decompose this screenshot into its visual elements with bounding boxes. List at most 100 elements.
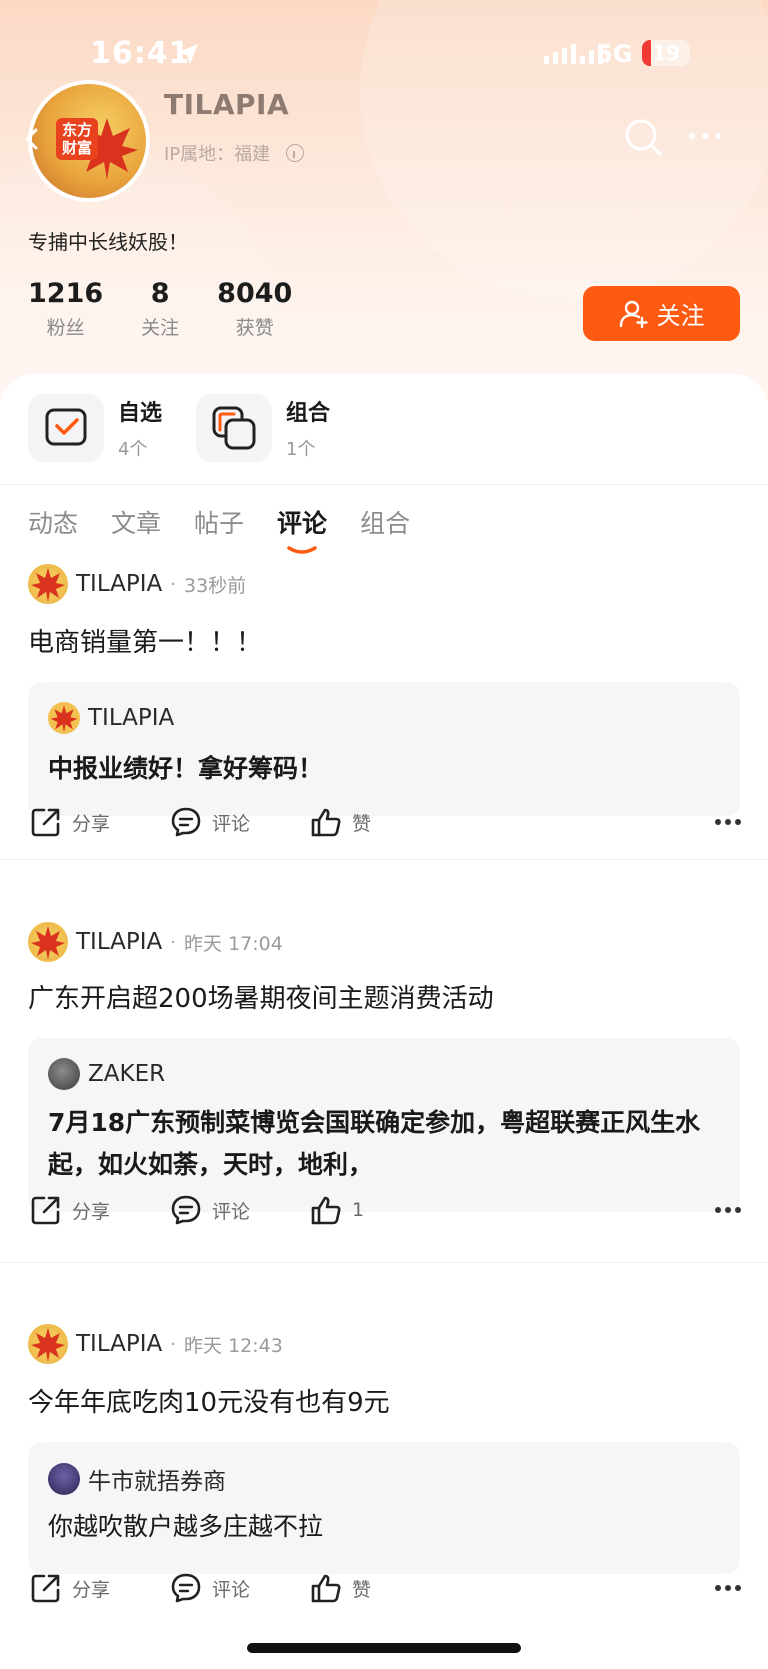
comment-button[interactable]: 评论: [170, 1572, 250, 1604]
post-divider: [0, 1262, 768, 1263]
author-avatar[interactable]: [28, 564, 68, 604]
quote-text: 7月18广东预制菜博览会国联确定参加，粤超联赛正风生水起，如火如荼，天时，地利，: [48, 1108, 701, 1179]
quote-header: ZAKER: [48, 1058, 165, 1090]
more-icon[interactable]: [714, 1206, 742, 1214]
comment-item[interactable]: TILAPIA · 33秒前 电商销量第一！！！ TILAPIA 中报业绩好！拿…: [0, 564, 768, 864]
comment-label: 评论: [212, 812, 251, 835]
quote-author: TILAPIA: [88, 705, 175, 731]
post-time: 昨天 17:04: [184, 932, 283, 955]
stat-label: 获赞: [235, 317, 274, 339]
profile-stats: 1216 粉丝 8 关注 8040 获赞: [28, 278, 330, 340]
author-avatar[interactable]: [28, 1324, 68, 1364]
share-label: 分享: [72, 812, 111, 835]
battery-level: 19: [652, 41, 680, 65]
share-icon: [31, 1574, 60, 1603]
post-author[interactable]: TILAPIA: [76, 1331, 162, 1357]
like-button[interactable]: 赞: [310, 806, 371, 838]
comment-button[interactable]: 评论: [170, 1194, 250, 1226]
comment-icon: [171, 1573, 201, 1603]
portfolio-icon: [196, 394, 272, 462]
post-actions: 分享 评论 赞: [30, 806, 742, 846]
tab-activity[interactable]: 动态: [28, 504, 78, 540]
more-icon[interactable]: [714, 818, 742, 826]
quoted-post[interactable]: ZAKER 7月18广东预制菜博览会国联确定参加，粤超联赛正风生水起，如火如荼，…: [28, 1038, 740, 1212]
tab-posts[interactable]: 帖子: [194, 504, 244, 540]
info-icon[interactable]: [286, 144, 304, 162]
share-label: 分享: [72, 1200, 111, 1223]
quoted-post[interactable]: TILAPIA 中报业绩好！拿好筹码！: [28, 682, 740, 816]
share-icon: [31, 808, 60, 837]
stat-label: 关注: [141, 317, 180, 339]
portfolio-shortcut[interactable]: 组合 1个: [196, 394, 330, 462]
quote-author-avatar: [48, 702, 80, 734]
back-icon[interactable]: [24, 128, 38, 150]
share-button[interactable]: 分享: [30, 1194, 110, 1226]
profile-username: TILAPIA: [164, 88, 290, 121]
share-label: 分享: [72, 1578, 111, 1601]
comment-item[interactable]: TILAPIA · 昨天 17:04 广东开启超200场暑期夜间主题消费活动 Z…: [0, 922, 768, 1252]
post-actions: 分享 评论 赞: [30, 1572, 742, 1612]
profile-bio: 专捕中长线妖股！: [28, 230, 188, 254]
profile-tabs: 动态 文章 帖子 评论 组合: [28, 504, 443, 554]
more-icon[interactable]: [714, 1584, 742, 1592]
comment-icon: [171, 807, 201, 837]
quote-header: 牛市就捂券商: [48, 1462, 226, 1496]
stat-label: 粉丝: [46, 317, 85, 339]
profile-avatar[interactable]: 东方财富: [28, 80, 150, 202]
follow-button-label: 关注: [656, 302, 705, 330]
brand-logo-badge: 东方财富: [56, 118, 98, 160]
post-actions: 分享 评论 1: [30, 1194, 742, 1234]
post-author[interactable]: TILAPIA: [76, 929, 162, 955]
quote-author: 牛市就捂券商: [88, 1469, 226, 1495]
stat-followers[interactable]: 1216 粉丝: [28, 278, 103, 340]
add-user-icon: [619, 300, 648, 328]
tab-articles[interactable]: 文章: [111, 504, 161, 540]
share-button[interactable]: 分享: [30, 806, 110, 838]
post-text[interactable]: 今年年底吃肉10元没有也有9元: [28, 1382, 390, 1419]
post-header: TILAPIA · 昨天 12:43: [28, 1324, 283, 1364]
profile-content-card: 自选 4个 组合 1个 动态 文章 帖子 评论 组合 TILAPIA · 33秒…: [0, 374, 768, 1669]
location-arrow-icon: [178, 44, 198, 64]
like-label: 赞: [352, 812, 372, 835]
home-indicator[interactable]: [247, 1643, 521, 1653]
stat-following[interactable]: 8 关注: [141, 278, 179, 340]
quote-text: 中报业绩好！拿好筹码！: [48, 754, 324, 783]
comment-icon: [171, 1195, 201, 1225]
comment-button[interactable]: 评论: [170, 806, 250, 838]
network-type: 5G: [596, 40, 633, 68]
thumbs-up-icon: [311, 1196, 341, 1225]
search-icon[interactable]: [624, 118, 664, 158]
separator-dot: ·: [170, 1333, 177, 1355]
post-divider: [0, 859, 768, 860]
comment-item[interactable]: TILAPIA · 昨天 12:43 今年年底吃肉10元没有也有9元 牛市就捂券…: [0, 1324, 768, 1634]
quote-author-avatar: [48, 1463, 80, 1495]
more-options-icon[interactable]: [688, 132, 722, 140]
quoted-post[interactable]: 牛市就捂券商 你越吹散户越多庄越不拉: [28, 1442, 740, 1574]
tab-comments[interactable]: 评论: [277, 504, 328, 554]
post-header: TILAPIA · 昨天 17:04: [28, 922, 283, 962]
like-count: 1: [352, 1199, 365, 1221]
author-avatar[interactable]: [28, 922, 68, 962]
like-button[interactable]: 赞: [310, 1572, 371, 1604]
follow-button[interactable]: 关注: [583, 286, 740, 341]
section-divider: [0, 484, 768, 485]
post-author[interactable]: TILAPIA: [76, 571, 162, 597]
share-icon: [31, 1196, 60, 1225]
watchlist-shortcut[interactable]: 自选 4个: [28, 394, 162, 462]
stat-value: 1216: [28, 278, 104, 309]
post-text[interactable]: 电商销量第一！！！: [28, 622, 262, 659]
like-button[interactable]: 1: [310, 1194, 364, 1226]
active-tab-indicator: [287, 546, 317, 554]
watchlist-check-icon: [28, 394, 104, 462]
thumbs-up-icon: [311, 808, 341, 837]
stat-likes: 8040 获赞: [217, 278, 292, 340]
signal-icon: [544, 44, 603, 64]
quote-text: 你越吹散户越多庄越不拉: [48, 1512, 324, 1541]
quote-author: ZAKER: [88, 1061, 166, 1087]
decor-circle: [0, 150, 280, 400]
tab-portfolios[interactable]: 组合: [360, 504, 410, 540]
post-time: 昨天 12:43: [184, 1334, 283, 1357]
tab-comments-label: 评论: [277, 509, 328, 538]
share-button[interactable]: 分享: [30, 1572, 110, 1604]
post-text[interactable]: 广东开启超200场暑期夜间主题消费活动: [28, 978, 494, 1015]
